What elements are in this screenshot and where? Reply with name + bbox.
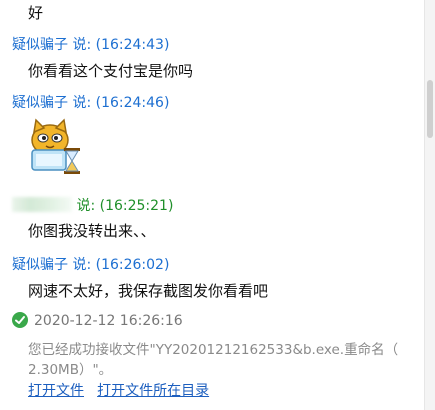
message-text: 你看看这个支付宝是你吗: [28, 62, 194, 80]
message-time: (16:24:43): [95, 37, 170, 53]
sender-name[interactable]: 疑似骗子: [12, 257, 68, 273]
message-header: 疑似骗子 说: (16:24:43): [12, 34, 169, 54]
said-label: 说:: [72, 95, 92, 111]
message-text: 好: [28, 4, 44, 22]
redacted-sender-name: [12, 197, 72, 212]
said-label: 说:: [76, 198, 96, 214]
scrollbar-thumb[interactable]: [427, 80, 433, 138]
file-transfer-header: 2020-12-12 16:26:16: [12, 312, 183, 329]
transfer-message-line2: 2.30MB）"。: [28, 362, 113, 378]
check-circle-icon: [12, 312, 28, 328]
message-header: 疑似骗子 说: (16:24:46): [12, 92, 169, 112]
said-label: 说:: [72, 257, 92, 273]
sender-name[interactable]: 疑似骗子: [12, 37, 68, 53]
open-folder-link[interactable]: 打开文件所在目录: [97, 383, 209, 399]
transfer-message-line1: 您已经成功接收文件"YY20201212162533&b.exe.重命名（: [28, 342, 399, 358]
open-file-link[interactable]: 打开文件: [28, 383, 84, 399]
message-header: 疑似骗子 说: (16:26:02): [12, 254, 169, 274]
message-text: 你图我没转出来、、: [28, 222, 156, 240]
said-label: 说:: [72, 37, 92, 53]
transfer-datetime: 2020-12-12 16:26:16: [34, 313, 183, 329]
message-time: (16:24:46): [95, 95, 170, 111]
message-text: 网速不太好，我保存截图发你看看吧: [28, 282, 269, 300]
message-time: (16:26:02): [95, 257, 170, 273]
message-time: (16:25:21): [99, 198, 174, 214]
hourglass-cat-sticker-icon[interactable]: [26, 118, 84, 176]
scrollbar-track[interactable]: [424, 0, 435, 410]
message-header: 说: (16:25:21): [12, 195, 173, 215]
sender-name[interactable]: 疑似骗子: [12, 95, 68, 111]
transfer-actions: 打开文件 打开文件所在目录: [28, 380, 217, 400]
